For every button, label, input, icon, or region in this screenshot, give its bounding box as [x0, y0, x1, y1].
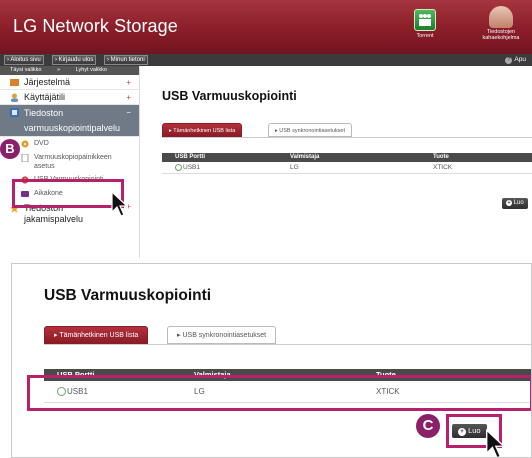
- tab-divider: [162, 137, 532, 138]
- port-cell: USB1: [175, 162, 200, 174]
- create-button-label: Luo: [513, 200, 524, 206]
- file-manager-label: Tiedostojen kahaekohjelma: [470, 29, 532, 41]
- usb-table: USB Portti Valmistaja Tuote USB1 LG XTIC…: [162, 153, 532, 177]
- sidebar-subitem-backup-button-label-line1: Varmuuskopiopainikkeen: [34, 154, 112, 161]
- column-header-product: Tuote: [433, 154, 449, 160]
- step-marker-b: B: [0, 139, 20, 159]
- full-menu-toggle[interactable]: Täysi valikko »: [10, 67, 60, 73]
- zoom-tab-divider: [44, 344, 531, 345]
- sidebar-subitem-backup-button-label-line2: asetus: [34, 163, 55, 170]
- user-icon: [11, 93, 18, 102]
- mouse-cursor-icon: [111, 190, 129, 217]
- tab-current-usb-list[interactable]: ▸ Tämänhetkinen USB lista: [162, 123, 243, 137]
- tab-usb-sync-settings[interactable]: ▸ USB synkronointiasetukset: [268, 123, 353, 137]
- zoom-row-highlight: [27, 375, 531, 411]
- help-icon: ?: [505, 57, 513, 64]
- collapse-icon: −: [126, 108, 131, 117]
- sidebar-item-file-backup[interactable]: Tiedoston varmuuskopiointipalvelu −: [0, 105, 139, 137]
- expand-icon: +: [126, 78, 131, 87]
- create-button[interactable]: + Luo: [502, 198, 528, 209]
- nav-my-info-label: Minun tietoni: [110, 57, 145, 63]
- sidebar: Täysi valikko » Lyhyt valikko » Järjeste…: [0, 66, 140, 258]
- table-row[interactable]: USB1 LG XTICK: [162, 162, 532, 174]
- sidebar-subitem-dvd[interactable]: DVD: [0, 137, 139, 151]
- torrent-button[interactable]: Torrent: [408, 3, 442, 51]
- nav-home-label: Aloitus sivu: [10, 57, 41, 63]
- table-header: USB Portti Valmistaja Tuote: [162, 153, 532, 162]
- nav-logout-label: Kirjaudu ulos: [58, 57, 94, 63]
- zoom-tab-usb-sync-settings-label: USB synkronointiasetukset: [182, 332, 267, 339]
- top-screenshot: LG Network Storage Torrent Tiedostojen k…: [0, 0, 532, 258]
- usb-radio-button[interactable]: [175, 163, 182, 171]
- system-icon: [10, 79, 19, 86]
- app-title: LG Network Storage: [13, 16, 178, 36]
- page-title: USB Varmuuskopiointi: [162, 89, 297, 103]
- sidebar-item-user-account[interactable]: Käyttäjätili +: [0, 90, 139, 105]
- sidebar-subitem-backup-button-setting[interactable]: Varmuuskopiopainikkeen asetus: [0, 151, 139, 173]
- dvd-icon: [21, 140, 29, 148]
- file-manager-button[interactable]: Tiedostojen kahaekohjelma: [470, 2, 532, 52]
- bottom-zoomed-screenshot: USB Varmuuskopiointi ▸ Tämänhetkinen USB…: [11, 263, 532, 458]
- help-link[interactable]: ? Apu: [505, 54, 526, 66]
- top-nav-bar: › Aloitus sivu › Kirjaudu ulos › Minun t…: [0, 54, 532, 66]
- torrent-icon: [414, 9, 436, 31]
- full-menu-label: Täysi valikko: [10, 67, 42, 73]
- plus-icon: +: [506, 200, 512, 206]
- zoom-tab-usb-sync-settings[interactable]: ▸ USB synkronointiasetukset: [167, 326, 277, 344]
- file-manager-icon: [489, 6, 513, 28]
- zoom-page-title: USB Varmuuskopiointi: [44, 287, 212, 304]
- maker-cell: LG: [290, 164, 299, 171]
- nav-my-info-link[interactable]: › Minun tietoni: [104, 55, 148, 65]
- torrent-label: Torrent: [416, 33, 434, 39]
- help-label: Apu: [514, 56, 526, 63]
- app-header: LG Network Storage Torrent Tiedostojen k…: [0, 0, 532, 54]
- product-cell: XTICK: [433, 164, 453, 171]
- nav-logout-link[interactable]: › Kirjaudu ulos: [52, 55, 97, 65]
- sidebar-item-file-backup-label-line1: Tiedoston: [24, 108, 64, 118]
- file-manager-label-line2: kahaekohjelma: [482, 35, 520, 41]
- step-marker-c: C: [416, 414, 440, 438]
- zoom-tab-current-usb-list[interactable]: ▸ Tämänhetkinen USB lista: [44, 326, 149, 344]
- tab-usb-sync-settings-label: USB synkronointiasetukset: [279, 128, 346, 134]
- zoom-tab-current-usb-list-label: Tämänhetkinen USB lista: [59, 332, 139, 339]
- sidebar-item-system[interactable]: Järjestelmä +: [0, 75, 139, 90]
- column-header-port: USB Portti: [175, 154, 205, 160]
- column-header-maker: Valmistaja: [290, 154, 320, 160]
- sidebar-subitem-dvd-label: DVD: [34, 140, 49, 147]
- document-icon: [21, 154, 29, 162]
- top-main-content: USB Varmuuskopiointi ▸ Tämänhetkinen USB…: [140, 66, 532, 258]
- zoom-mouse-cursor-icon: [486, 428, 506, 457]
- backup-icon: [10, 108, 19, 117]
- sidebar-item-file-backup-label-line2: varmuuskopiointipalvelu: [24, 123, 121, 133]
- port-cell-value: USB1: [183, 164, 200, 171]
- sidebar-item-user-account-label: Käyttäjätili: [24, 92, 66, 102]
- nav-home-link[interactable]: › Aloitus sivu: [4, 55, 44, 65]
- expand-icon: +: [126, 93, 131, 102]
- short-menu-label: Lyhyt valikko: [75, 67, 107, 73]
- sidebar-item-system-label: Järjestelmä: [24, 77, 71, 87]
- usb-backup-highlight: [12, 179, 124, 208]
- tab-current-usb-list-label: Tämänhetkinen USB lista: [173, 128, 236, 134]
- sidebar-menu-toggle: Täysi valikko » Lyhyt valikko »: [0, 66, 139, 82]
